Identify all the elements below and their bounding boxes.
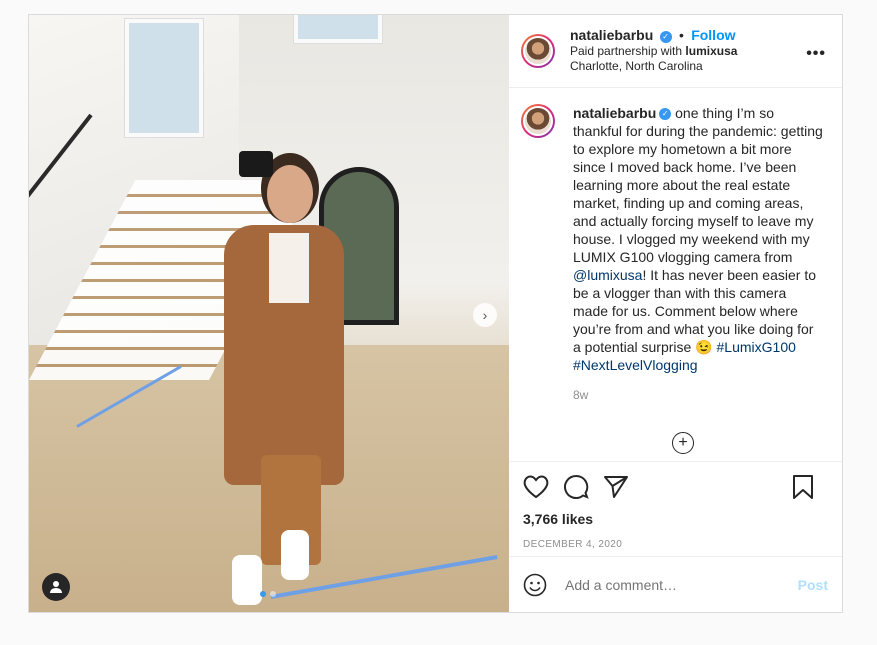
carousel-dot: [260, 591, 266, 597]
comments-area: nataliebarbu ✓ one thing I’m so thankful …: [509, 88, 842, 461]
share-icon[interactable]: [603, 474, 629, 500]
photo-shoe: [232, 555, 262, 605]
photo-camera: [239, 151, 273, 177]
caption-age: 8w: [573, 388, 589, 402]
bookmark-icon[interactable]: [792, 474, 814, 500]
username-link[interactable]: nataliebarbu: [570, 27, 653, 43]
likes-count[interactable]: 3,766 likes: [523, 511, 828, 527]
verified-badge-icon: ✓: [659, 30, 672, 43]
mention-link[interactable]: @lumixusa: [573, 267, 642, 283]
more-options-icon[interactable]: •••: [806, 45, 826, 63]
post-header: nataliebarbu ✓ • Follow Paid partnership…: [509, 15, 842, 88]
post-card: › nataliebarbu ✓ • Follow Paid partnersh…: [28, 14, 843, 613]
avatar[interactable]: [521, 104, 555, 138]
add-comment-bar: Post: [509, 556, 842, 612]
photo-window: [294, 15, 382, 43]
avatar[interactable]: [521, 34, 555, 68]
partner-link[interactable]: lumixusa: [685, 44, 737, 58]
comment-input[interactable]: [563, 575, 798, 594]
post-sidebar: nataliebarbu ✓ • Follow Paid partnership…: [509, 15, 842, 612]
action-icons: [523, 472, 828, 502]
user-icon: [50, 581, 62, 593]
follow-button[interactable]: Follow: [691, 27, 735, 43]
carousel-next-button[interactable]: ›: [473, 303, 497, 327]
carousel-dot: [270, 591, 276, 597]
caption-text-part1: one thing I’m so thankful for during the…: [573, 105, 823, 265]
location-link[interactable]: Charlotte, North Carolina: [570, 59, 737, 74]
user-tag-button[interactable]: [42, 573, 70, 601]
post-media[interactable]: ›: [29, 15, 509, 612]
emoji-icon[interactable]: [523, 573, 547, 597]
verified-badge-icon: ✓: [659, 108, 672, 121]
load-more-comments-icon[interactable]: +: [672, 432, 694, 454]
heart-icon[interactable]: [523, 475, 549, 499]
photo-person-top: [269, 233, 309, 303]
photo-shoe: [281, 530, 309, 580]
action-bar: 3,766 likes DECEMBER 4, 2020: [509, 461, 842, 556]
chevron-right-icon: ›: [482, 307, 488, 323]
caption-text: nataliebarbu ✓ one thing I’m so thankful …: [573, 104, 823, 374]
header-info: nataliebarbu ✓ • Follow Paid partnership…: [570, 28, 737, 74]
partnership-label: Paid partnership with: [570, 44, 683, 58]
caption-username[interactable]: nataliebarbu: [573, 105, 656, 121]
comment-icon[interactable]: [563, 474, 589, 500]
hashtag-link[interactable]: #NextLevelVlogging: [573, 357, 698, 373]
hashtag-link[interactable]: #LumixG100: [717, 339, 796, 355]
carousel-indicator: [260, 591, 276, 597]
post-comment-button[interactable]: Post: [798, 577, 828, 593]
photo-person-head: [267, 165, 313, 223]
separator-dot: •: [678, 27, 684, 43]
photo-window: [125, 19, 203, 137]
post-date: DECEMBER 4, 2020: [523, 539, 623, 550]
caption: nataliebarbu ✓ one thing I’m so thankful …: [521, 104, 830, 374]
